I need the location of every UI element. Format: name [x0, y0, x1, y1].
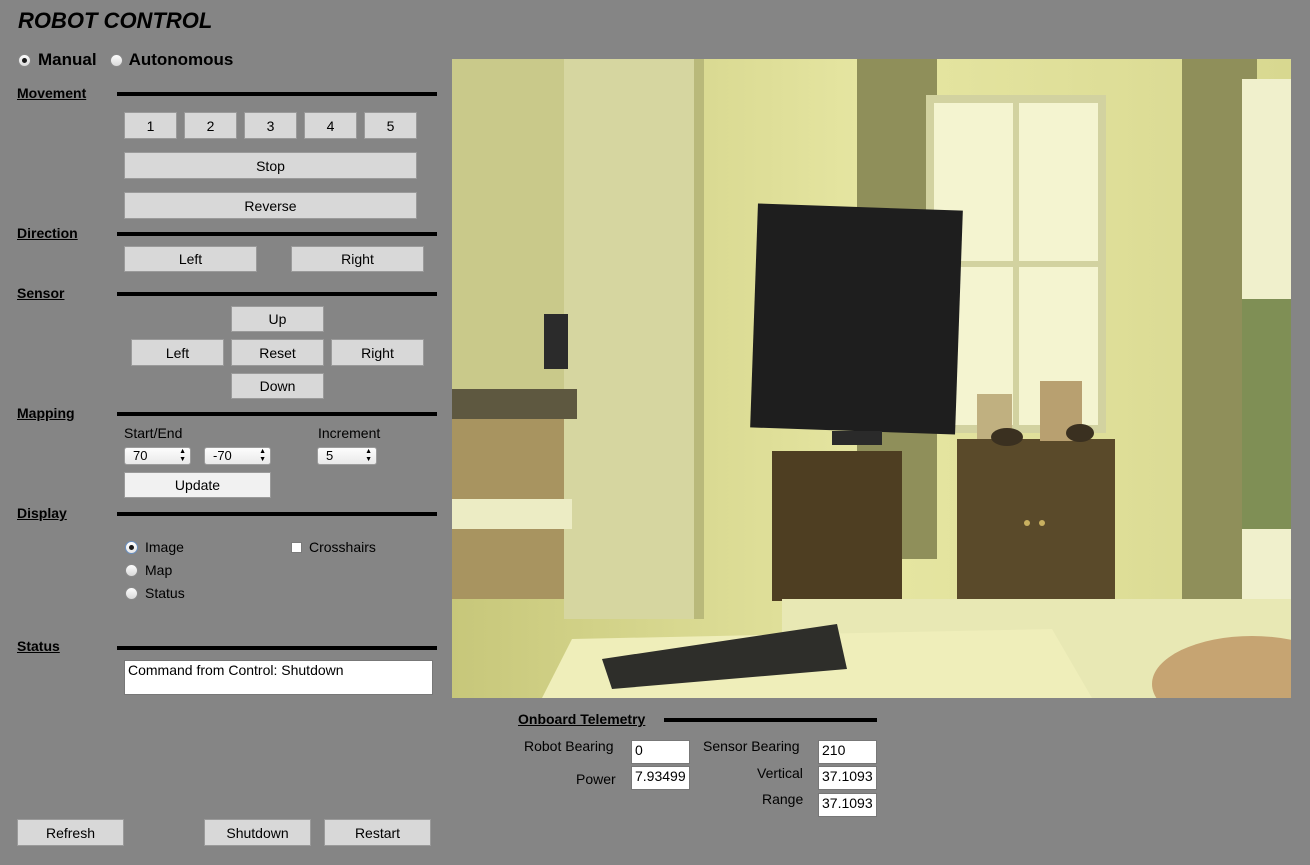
- image-label: Image: [145, 539, 184, 555]
- status-heading: Status: [17, 638, 60, 654]
- display-status-option[interactable]: Status: [125, 585, 185, 601]
- autonomous-radio[interactable]: [109, 53, 123, 67]
- range-field[interactable]: 37.1093: [818, 793, 877, 817]
- crosshairs-checkbox[interactable]: [291, 541, 302, 553]
- select-arrows-icon: ▲ ▼: [365, 448, 372, 463]
- update-button[interactable]: Update: [124, 472, 271, 498]
- sensor-heading: Sensor: [17, 285, 65, 301]
- direction-divider: [117, 232, 437, 236]
- status-textarea[interactable]: Command from Control: Shutdown: [124, 660, 433, 695]
- restart-button[interactable]: Restart: [324, 819, 431, 846]
- mapping-divider: [117, 412, 437, 416]
- direction-heading: Direction: [17, 225, 78, 241]
- end-select[interactable]: -70 ▲ ▼: [204, 447, 271, 465]
- robot-bearing-field[interactable]: 0: [631, 740, 690, 764]
- power-field[interactable]: 7.93499: [631, 766, 690, 790]
- select-arrows-icon: ▲ ▼: [259, 448, 266, 463]
- increment-select-value: 5: [326, 448, 334, 463]
- shutdown-button[interactable]: Shutdown: [204, 819, 311, 846]
- image-radio[interactable]: [125, 540, 138, 554]
- vertical-field[interactable]: 37.1093: [818, 766, 877, 790]
- status-divider: [117, 646, 437, 650]
- refresh-button[interactable]: Refresh: [17, 819, 124, 846]
- sensor-up-button[interactable]: Up: [231, 306, 324, 332]
- sensor-right-button[interactable]: Right: [331, 339, 424, 366]
- sensor-down-button[interactable]: Down: [231, 373, 324, 399]
- speed-2-button[interactable]: 2: [184, 112, 237, 139]
- app-title: ROBOT CONTROL: [18, 8, 213, 33]
- vertical-label: Vertical: [757, 765, 803, 781]
- map-label: Map: [145, 562, 173, 578]
- display-image-option[interactable]: Image: [125, 539, 184, 555]
- autonomous-label: Autonomous: [128, 50, 234, 69]
- reverse-button[interactable]: Reverse: [124, 192, 417, 219]
- movement-divider: [117, 92, 437, 96]
- start-select-value: 70: [133, 448, 148, 463]
- display-divider: [117, 512, 437, 516]
- robot-bearing-label: Robot Bearing: [524, 738, 614, 754]
- telemetry-divider: [664, 718, 877, 722]
- speed-1-button[interactable]: 1: [124, 112, 177, 139]
- movement-heading: Movement: [17, 85, 87, 101]
- crosshairs-option[interactable]: Crosshairs: [291, 539, 376, 555]
- increment-label: Increment: [318, 425, 381, 441]
- start-select[interactable]: 70 ▲ ▼: [124, 447, 191, 465]
- mode-selector: Manual Autonomous: [18, 50, 233, 70]
- status-radio[interactable]: [125, 586, 138, 600]
- sensor-divider: [117, 292, 437, 296]
- manual-radio[interactable]: [18, 53, 31, 67]
- camera-feed-image: [452, 59, 1291, 698]
- display-heading: Display: [17, 505, 67, 521]
- mapping-heading: Mapping: [17, 405, 75, 421]
- map-radio[interactable]: [125, 563, 138, 577]
- sensor-bearing-label: Sensor Bearing: [703, 738, 800, 754]
- sensor-bearing-field[interactable]: 210: [818, 740, 877, 764]
- sensor-reset-button[interactable]: Reset: [231, 339, 324, 366]
- power-label: Power: [576, 771, 616, 787]
- manual-label: Manual: [38, 50, 97, 69]
- range-label: Range: [762, 791, 804, 807]
- camera-scene: [452, 59, 1291, 698]
- direction-left-button[interactable]: Left: [124, 246, 257, 272]
- speed-5-button[interactable]: 5: [364, 112, 417, 139]
- display-map-option[interactable]: Map: [125, 562, 172, 578]
- end-select-value: -70: [213, 448, 232, 463]
- speed-3-button[interactable]: 3: [244, 112, 297, 139]
- status-option-label: Status: [145, 585, 185, 601]
- sensor-left-button[interactable]: Left: [131, 339, 224, 366]
- speed-4-button[interactable]: 4: [304, 112, 357, 139]
- crosshairs-label: Crosshairs: [309, 539, 376, 555]
- stop-button[interactable]: Stop: [124, 152, 417, 179]
- telemetry-heading: Onboard Telemetry: [518, 711, 646, 727]
- increment-select[interactable]: 5 ▲ ▼: [317, 447, 377, 465]
- direction-right-button[interactable]: Right: [291, 246, 424, 272]
- start-end-label: Start/End: [124, 425, 183, 441]
- select-arrows-icon: ▲ ▼: [179, 448, 186, 463]
